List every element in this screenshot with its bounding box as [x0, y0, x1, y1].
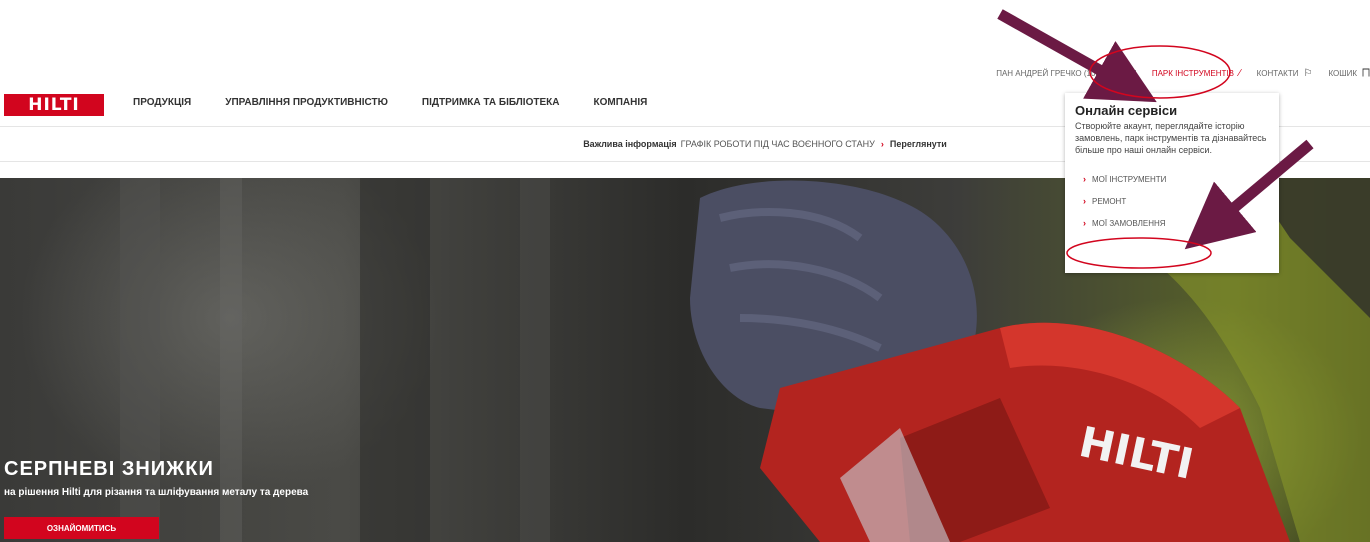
- user-account-link[interactable]: ПАН АНДРЕЙ ГРЕЧКО (10039402) □: [996, 68, 1136, 79]
- nav-company[interactable]: КОМПАНІЯ: [593, 97, 647, 108]
- nav-support-library[interactable]: ПІДТРИМКА ТА БІБЛІОТЕКА: [422, 97, 560, 108]
- tool-park-link[interactable]: ПАРК ІНСТРУМЕНТІВ ∕: [1152, 68, 1241, 79]
- user-name: ПАН АНДРЕЙ ГРЕЧКО (10039402): [996, 68, 1125, 78]
- flag-icon: ⚐: [1303, 67, 1313, 79]
- cart-icon: ⨅: [1362, 67, 1370, 79]
- chevron-right-icon: ›: [1083, 196, 1086, 206]
- info-bar-content: Важлива інформація ГРАФІК РОБОТИ ПІД ЧАС …: [583, 139, 947, 149]
- online-services-dropdown: Онлайн сервіси Створюйте акаунт, перегля…: [1065, 93, 1279, 273]
- hero-subtitle: на рішення Hilti для різання та шліфуван…: [4, 487, 309, 498]
- dropdown-link-label: МОЇ ЗАМОВЛЕННЯ: [1092, 218, 1166, 228]
- chevron-right-icon: ›: [880, 139, 884, 149]
- chevron-right-icon: ›: [1083, 218, 1086, 228]
- nav-productivity[interactable]: УПРАВЛІННЯ ПРОДУКТИВНІСТЮ: [225, 97, 388, 108]
- hero-title: СЕРПНЕВІ ЗНИЖКИ: [4, 458, 214, 480]
- utility-bar: ПАН АНДРЕЙ ГРЕЧКО (10039402) □ ПАРК ІНСТ…: [996, 66, 1370, 80]
- main-nav: ПРОДУКЦІЯ УПРАВЛІННЯ ПРОДУКТИВНІСТЮ ПІДТ…: [133, 97, 681, 108]
- cart-label: КОШИК: [1328, 68, 1357, 78]
- dropdown-link-repair[interactable]: › РЕМОНТ: [1083, 190, 1271, 212]
- chevron-right-icon: ›: [1083, 174, 1086, 184]
- hilti-logo[interactable]: HILTI: [4, 94, 104, 116]
- logo-text: HILTI: [28, 95, 80, 115]
- learn-more-button[interactable]: ОЗНАЙОМИТИСЬ: [4, 517, 159, 539]
- dropdown-description: Створюйте акаунт, переглядайте історію з…: [1075, 121, 1267, 155]
- info-notice: ГРАФІК РОБОТИ ПІД ЧАС ВОЄННОГО СТАНУ: [680, 139, 875, 149]
- contacts-label: КОНТАКТИ: [1256, 68, 1299, 78]
- dropdown-links: › МОЇ ІНСТРУМЕНТИ › РЕМОНТ › МОЇ ЗАМОВЛЕННЯ: [1083, 168, 1271, 234]
- wrench-icon: ∕: [1238, 67, 1241, 79]
- dropdown-link-my-tools[interactable]: › МОЇ ІНСТРУМЕНТИ: [1083, 168, 1271, 190]
- contacts-link[interactable]: КОНТАКТИ ⚐: [1257, 68, 1313, 79]
- dropdown-link-my-orders[interactable]: › МОЇ ЗАМОВЛЕННЯ: [1083, 212, 1271, 234]
- dropdown-link-label: МОЇ ІНСТРУМЕНТИ: [1092, 174, 1167, 184]
- tool-park-label: ПАРК ІНСТРУМЕНТІВ: [1151, 68, 1234, 78]
- info-view-link[interactable]: Переглянути: [890, 139, 947, 149]
- user-icon: □: [1129, 67, 1136, 79]
- dropdown-link-label: РЕМОНТ: [1092, 196, 1127, 206]
- cart-link[interactable]: КОШИК ⨅: [1328, 68, 1370, 79]
- dropdown-title: Онлайн сервіси: [1075, 103, 1178, 118]
- nav-products[interactable]: ПРОДУКЦІЯ: [133, 97, 191, 108]
- info-label: Важлива інформація: [583, 139, 677, 149]
